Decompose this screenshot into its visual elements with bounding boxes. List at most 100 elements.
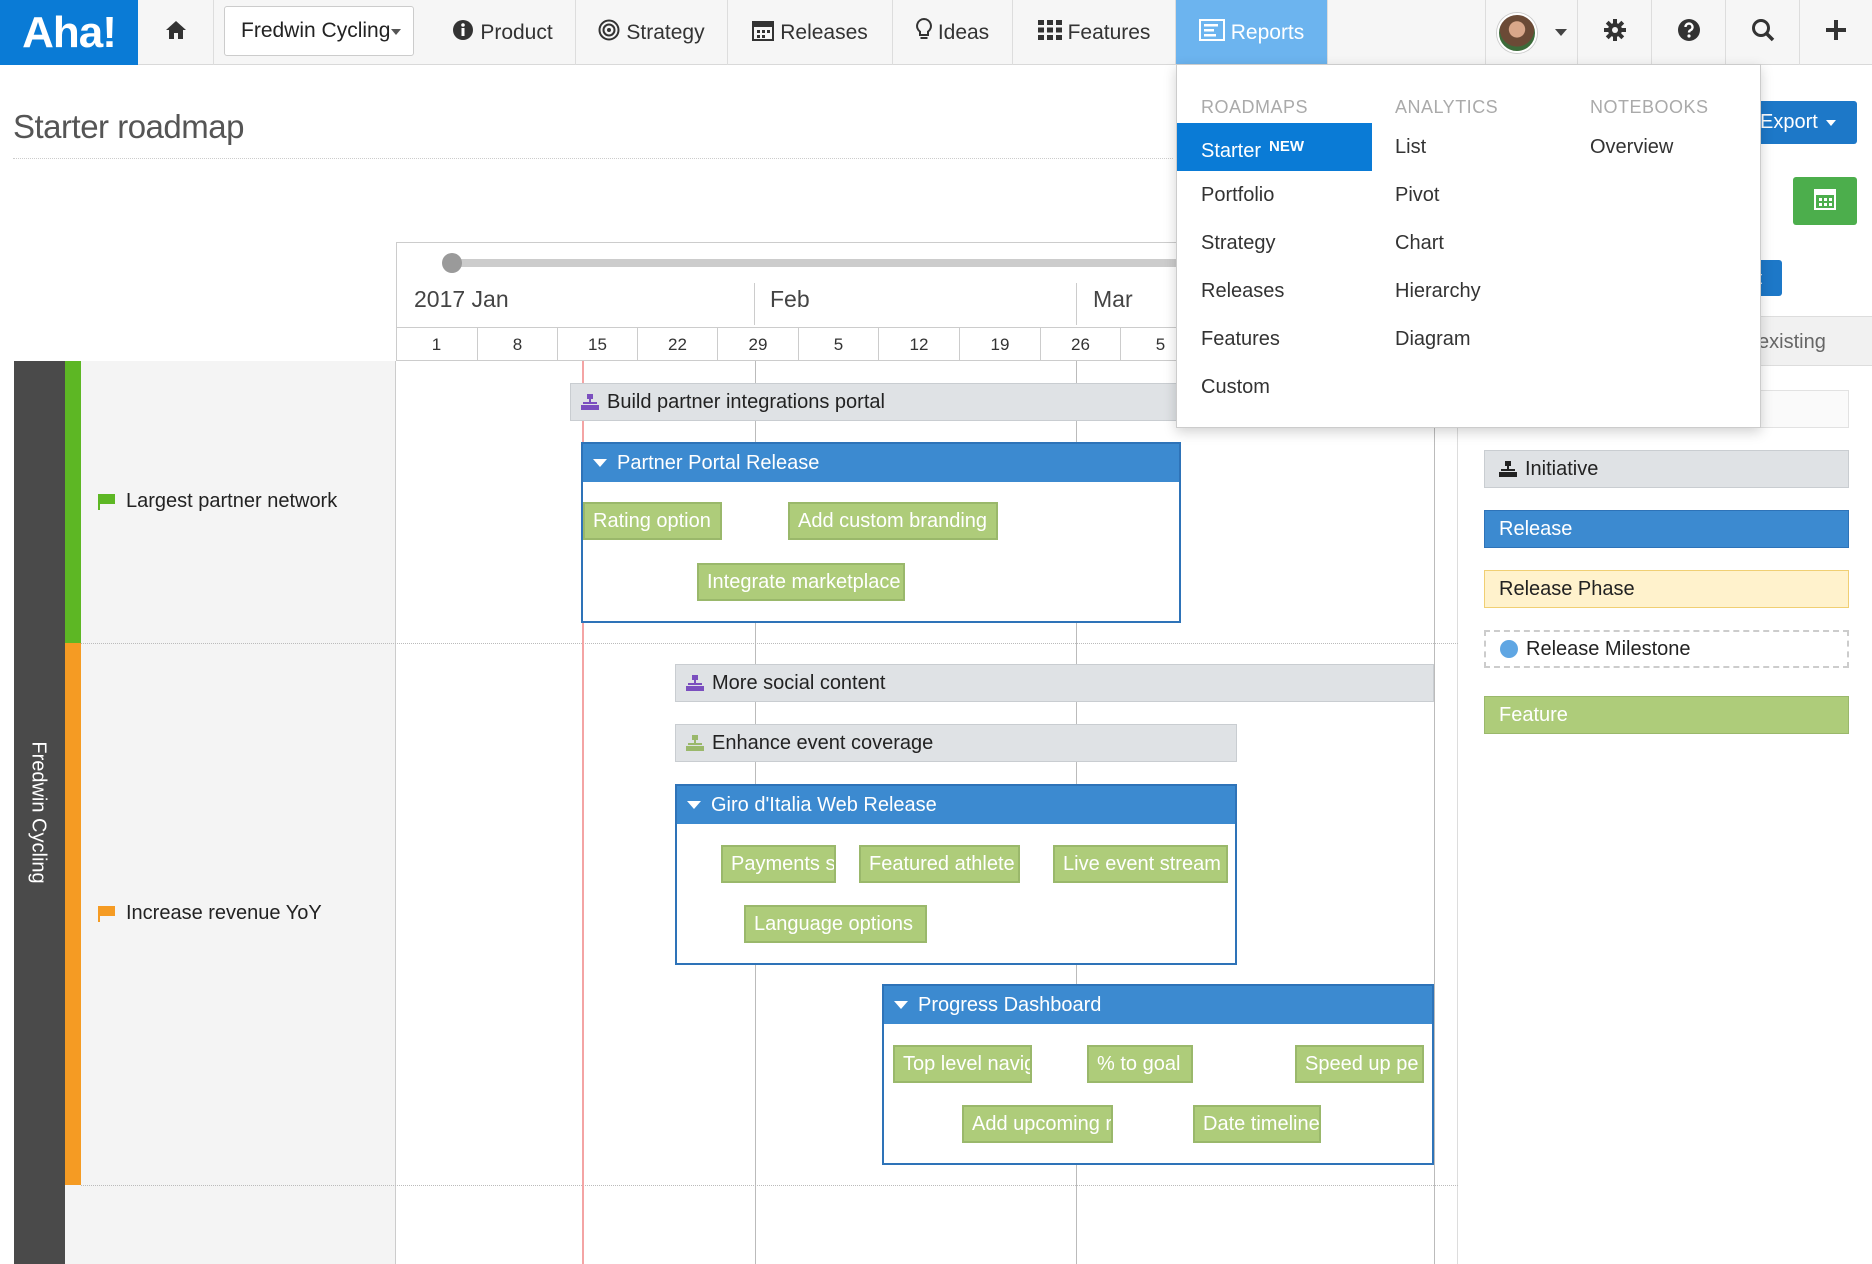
title-divider — [13, 158, 1173, 159]
nav-strategy[interactable]: Strategy — [576, 0, 728, 65]
feature-card[interactable]: Top level navig — [893, 1045, 1032, 1083]
menu-item-releases[interactable]: Releases — [1201, 267, 1284, 315]
row-divider — [81, 643, 1458, 644]
nav-reports[interactable]: Reports — [1176, 0, 1328, 65]
add-button[interactable] — [1800, 0, 1872, 65]
product-lane-label: Fredwin Cycling — [28, 741, 51, 884]
initiative-bar[interactable]: Build partner integrations portal — [570, 383, 1270, 421]
feature-card[interactable]: Add upcoming r — [962, 1105, 1113, 1143]
flag-icon — [98, 905, 116, 922]
menu-item-pivot[interactable]: Pivot — [1395, 171, 1439, 219]
menu-item-hierarchy[interactable]: Hierarchy — [1395, 267, 1481, 315]
notebooks-heading: NOTEBOOKS — [1590, 97, 1709, 117]
week-label: 19 — [960, 328, 1041, 361]
week-label: 26 — [1041, 328, 1121, 361]
calendar-icon — [752, 19, 775, 47]
week-label: 22 — [638, 328, 718, 361]
feature-card[interactable]: Speed up pe — [1295, 1045, 1424, 1083]
nav-features[interactable]: Features — [1013, 0, 1176, 65]
feature-card[interactable]: Live event stream — [1053, 845, 1228, 883]
feature-card[interactable]: Integrate marketplace — [697, 563, 905, 601]
release-header[interactable]: Partner Portal Release — [583, 444, 1179, 482]
feature-card[interactable]: Language options — [744, 905, 927, 943]
chevron-down-icon — [1825, 119, 1836, 126]
top-navigation: Aha! Fredwin Cycling Product Strategy Re… — [0, 0, 1872, 65]
week-label: 15 — [558, 328, 638, 361]
menu-item-diagram[interactable]: Diagram — [1395, 315, 1471, 363]
feature-card[interactable]: Rating option — [583, 502, 722, 540]
menu-item-starter[interactable]: Starter NEW — [1177, 123, 1372, 171]
feature-card[interactable]: Featured athlete — [859, 845, 1020, 883]
zoom-slider-handle[interactable] — [442, 253, 462, 273]
product-select[interactable]: Fredwin Cycling — [224, 6, 414, 56]
feature-card[interactable]: Payments s — [721, 845, 836, 883]
page-title: Starter roadmap — [13, 108, 244, 145]
milestone-icon — [1500, 640, 1518, 658]
month-divider — [754, 283, 755, 325]
nav-releases[interactable]: Releases — [728, 0, 893, 65]
help-button[interactable] — [1652, 0, 1726, 65]
goal-label[interactable]: Increase revenue YoY — [98, 902, 322, 925]
chevron-down-icon — [391, 29, 401, 35]
grid-icon — [1037, 19, 1062, 46]
legend-release-phase[interactable]: Release Phase — [1484, 570, 1849, 608]
legend-release[interactable]: Release — [1484, 510, 1849, 548]
week-label: 29 — [718, 328, 799, 361]
month-label: 2017 Jan — [414, 286, 509, 312]
initiative-bar[interactable]: Enhance event coverage — [675, 724, 1237, 762]
reports-dropdown: ROADMAPS ANALYTICS NOTEBOOKS Starter NEW … — [1176, 64, 1761, 428]
menu-item-features[interactable]: Features — [1201, 315, 1280, 363]
initiative-icon — [581, 394, 599, 410]
collapse-icon[interactable] — [593, 459, 607, 467]
chevron-down-icon — [1554, 29, 1567, 36]
nav-product[interactable]: Product — [430, 0, 576, 65]
goal-color-strip — [65, 643, 81, 1185]
roadmaps-heading: ROADMAPS — [1201, 97, 1309, 117]
menu-item-portfolio[interactable]: Portfolio — [1201, 171, 1274, 219]
goal-label[interactable]: Largest partner network — [98, 490, 337, 513]
legend-release-milestone[interactable]: Release Milestone — [1484, 630, 1849, 668]
menu-item-overview[interactable]: Overview — [1590, 123, 1673, 171]
home-icon — [164, 19, 188, 47]
menu-item-chart[interactable]: Chart — [1395, 219, 1444, 267]
week-label: 1 — [396, 328, 478, 361]
new-badge: NEW — [1269, 138, 1305, 155]
month-label: Feb — [770, 286, 810, 312]
zoom-slider-track[interactable] — [452, 259, 1192, 267]
avatar — [1496, 12, 1537, 53]
release-header[interactable]: Progress Dashboard — [884, 986, 1432, 1024]
legend-feature[interactable]: Feature — [1484, 696, 1849, 734]
initiative-icon — [686, 675, 704, 691]
user-menu[interactable] — [1485, 0, 1578, 65]
help-icon — [1677, 18, 1701, 48]
reports-icon — [1198, 18, 1225, 47]
initiative-bar[interactable]: More social content — [675, 664, 1434, 702]
analytics-heading: ANALYTICS — [1395, 97, 1499, 117]
release-header[interactable]: Giro d'Italia Web Release — [677, 786, 1235, 824]
feature-card[interactable]: Date timeline — [1193, 1105, 1321, 1143]
feature-card[interactable]: % to goal — [1087, 1045, 1193, 1083]
week-label: 8 — [478, 328, 558, 361]
nav-ideas[interactable]: Ideas — [893, 0, 1013, 65]
target-icon — [598, 19, 620, 47]
menu-item-list[interactable]: List — [1395, 123, 1426, 171]
date-range-button[interactable] — [1793, 177, 1857, 225]
week-label: 5 — [799, 328, 879, 361]
settings-button[interactable] — [1578, 0, 1652, 65]
aha-logo[interactable]: Aha! — [0, 0, 138, 65]
legend-initiative[interactable]: Initiative — [1484, 450, 1849, 488]
search-button[interactable] — [1726, 0, 1800, 65]
collapse-icon[interactable] — [894, 1001, 908, 1009]
collapse-icon[interactable] — [687, 801, 701, 809]
home-button[interactable] — [138, 0, 214, 65]
menu-item-strategy[interactable]: Strategy — [1201, 219, 1275, 267]
gear-icon — [1603, 18, 1627, 48]
export-button[interactable]: Export — [1750, 101, 1857, 144]
plus-icon — [1825, 19, 1847, 47]
month-divider — [1076, 283, 1077, 325]
month-label: Mar — [1093, 286, 1133, 312]
row-divider — [81, 1185, 1458, 1186]
menu-item-custom[interactable]: Custom — [1201, 363, 1270, 411]
info-icon — [452, 19, 474, 47]
feature-card[interactable]: Add custom branding — [788, 502, 998, 540]
